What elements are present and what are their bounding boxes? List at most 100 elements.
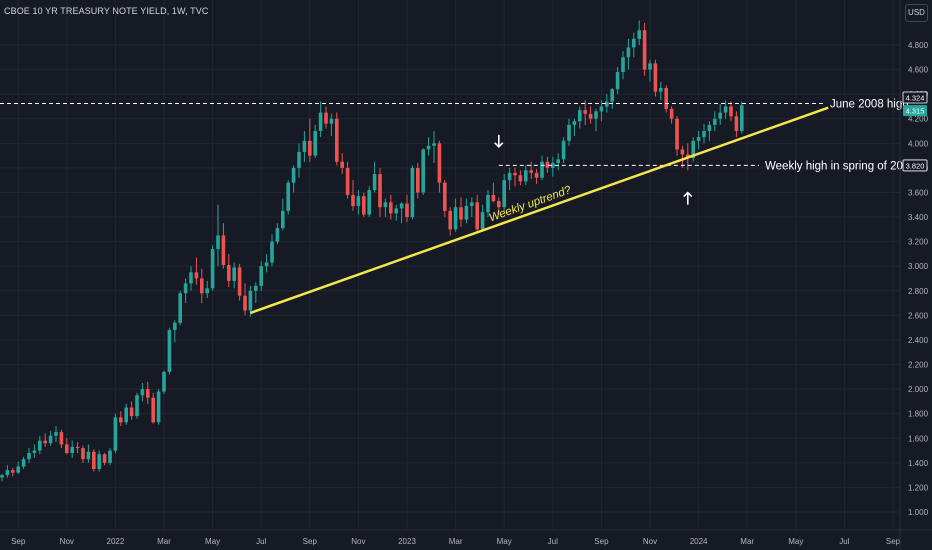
candle-up (210, 249, 215, 289)
candle-down (308, 140, 312, 156)
candle-up (297, 151, 301, 168)
x-tick-label: 2024 (690, 537, 708, 546)
candle-up (21, 459, 26, 467)
x-tick-label: Sep (303, 537, 318, 546)
x-tick-label: May (205, 537, 220, 546)
candle-up (556, 159, 560, 163)
candle-down (497, 201, 501, 208)
candle-down (729, 106, 733, 117)
candle-down (675, 118, 679, 150)
candle-up (621, 57, 625, 73)
y-tick-label: 1.000 (908, 508, 929, 517)
y-tick-label: 2.200 (908, 361, 929, 370)
candle-down (243, 295, 247, 311)
x-tick-label: 2023 (398, 537, 416, 546)
price-label-text: 4.315 (906, 107, 925, 116)
candle-up (707, 124, 712, 132)
candle-down (43, 440, 47, 444)
candle-up (167, 330, 172, 372)
candle-up (464, 205, 469, 220)
candle-up (113, 417, 118, 451)
candle-up (48, 435, 53, 444)
candle-up (594, 111, 598, 119)
chart-background (0, 0, 932, 550)
candle-down (362, 196, 366, 215)
candle-down (200, 278, 204, 294)
candle-down (416, 167, 420, 193)
candle-up (70, 446, 74, 454)
candle-down (459, 207, 463, 220)
candle-up (254, 285, 258, 291)
x-tick-label: Sep (594, 537, 609, 546)
candle-up (135, 395, 139, 417)
y-tick-label: 3.000 (908, 262, 929, 271)
candle-up (329, 118, 334, 124)
y-tick-label: 2.800 (908, 287, 929, 296)
candle-up (189, 272, 193, 284)
x-tick-label: Nov (351, 537, 365, 546)
candle-up (578, 110, 582, 122)
candle-up (216, 235, 220, 250)
candle-up (32, 450, 37, 454)
candle-up (399, 203, 404, 209)
y-tick-label: 2.400 (908, 336, 929, 345)
candle-up (5, 470, 10, 476)
candle-up (470, 202, 474, 206)
candle-up (124, 407, 128, 423)
candle-up (264, 262, 269, 267)
candle-up (140, 389, 145, 396)
candle-down (227, 264, 231, 281)
candle-down (529, 170, 533, 173)
candle-up (615, 72, 620, 90)
candle-down (405, 203, 409, 218)
candle-up (318, 112, 323, 132)
price-label-text: 4.324 (906, 93, 925, 102)
candle-down (194, 272, 199, 279)
candle-up (270, 241, 274, 263)
candle-up (637, 30, 641, 39)
candle-up (426, 145, 431, 150)
candle-up (524, 170, 528, 182)
x-tick-label: Jul (548, 537, 558, 546)
candle-down (443, 182, 447, 211)
x-tick-label: 2022 (107, 537, 125, 546)
candle-up (486, 194, 490, 213)
candle-up (0, 475, 4, 478)
candle-up (275, 228, 280, 242)
candle-down (437, 143, 442, 183)
candle-down (378, 174, 382, 208)
x-tick-label: Nov (643, 537, 657, 546)
candle-up (291, 167, 296, 183)
y-tick-label: 4.600 (908, 66, 929, 75)
chart-title: CBOE 10 YR TREASURY NOTE YIELD, 1W, TVC (4, 6, 209, 16)
candle-up (572, 121, 577, 125)
candle-down (664, 88, 668, 109)
candle-down (389, 202, 393, 214)
candle-up (286, 182, 290, 211)
candle-up (372, 174, 377, 191)
candle-down (680, 149, 685, 155)
candle-up (561, 140, 566, 160)
candle-up (502, 180, 506, 208)
candle-up (567, 124, 571, 141)
candle-up (507, 172, 512, 181)
candle-up (27, 453, 31, 460)
level-label: June 2008 high (830, 98, 909, 110)
candle-up (183, 283, 188, 294)
candle-up (610, 89, 614, 102)
x-tick-label: May (497, 537, 512, 546)
x-tick-label: Jul (256, 537, 266, 546)
candle-up (432, 143, 436, 146)
y-tick-label: 4.000 (908, 139, 929, 148)
candle-down (102, 454, 107, 463)
candle-down (324, 112, 328, 124)
candle-down (81, 448, 85, 460)
currency-button[interactable]: USD (905, 4, 928, 22)
x-tick-label: May (788, 537, 803, 546)
x-tick-label: Mar (449, 537, 463, 546)
candle-up (696, 137, 701, 141)
x-tick-label: Sep (11, 537, 26, 546)
candle-down (491, 194, 496, 202)
price-chart[interactable]: June 2008 high Weekly high in spring of 2… (0, 0, 932, 550)
x-tick-label: Jul (839, 537, 849, 546)
